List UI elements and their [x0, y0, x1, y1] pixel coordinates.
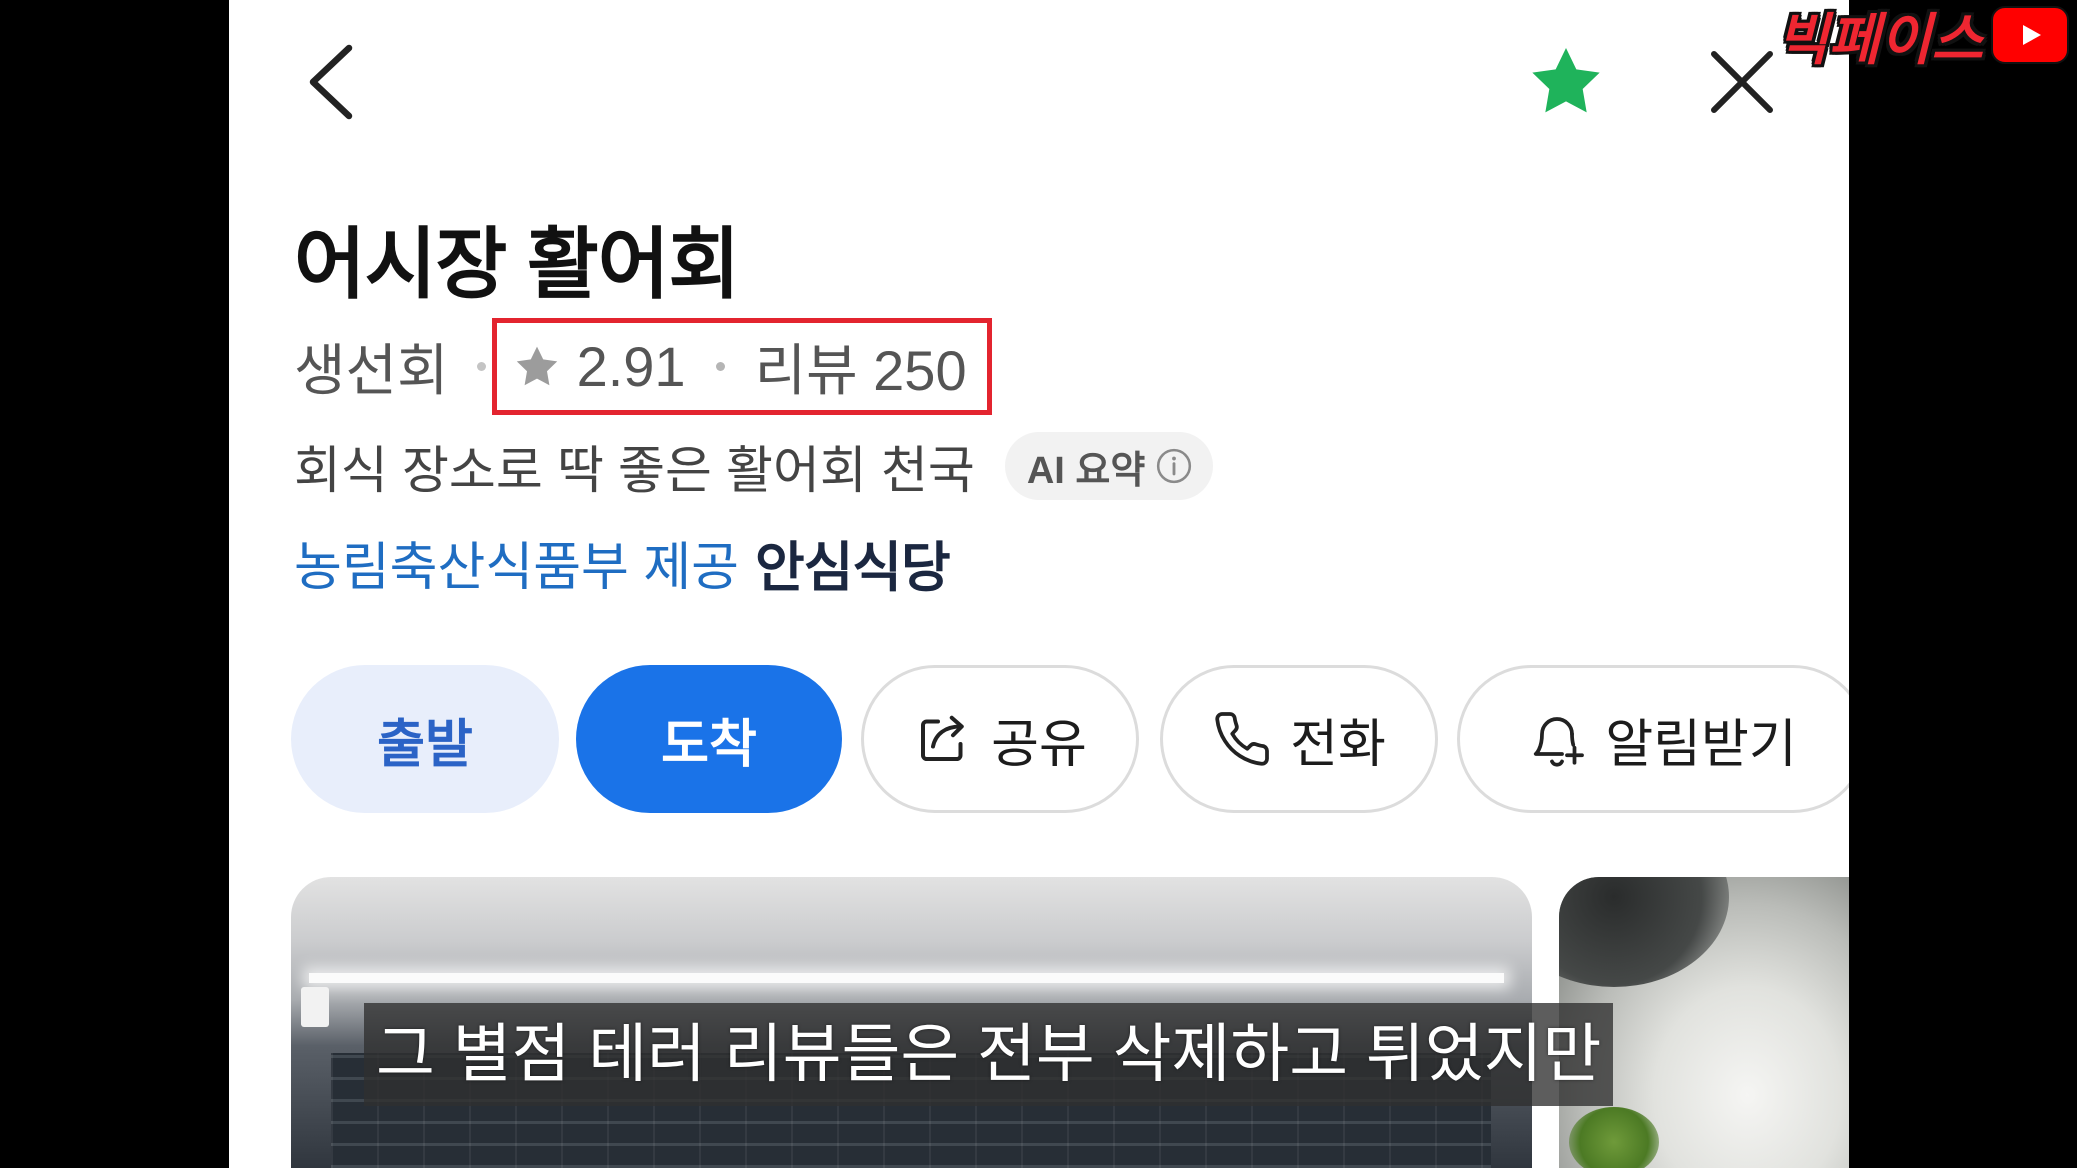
- phone-icon: [1215, 712, 1270, 766]
- dish-bowl: [1559, 877, 1729, 987]
- wall-sign: [301, 987, 329, 1027]
- video-subtitle: 그 별점 테러 리뷰들은 전부 삭제하고 튀었지만: [364, 1003, 1614, 1106]
- certification-provider: 농림축산식품부 제공: [294, 538, 740, 597]
- place-detail-screen: 어시장 활어회 생선회 2.91 리뷰 250 회식 장소로 딱 좋은 활어회 …: [229, 0, 1849, 1168]
- separator-dot: [715, 362, 725, 371]
- channel-logo: 빅페이스: [1777, 4, 2069, 71]
- ceiling-light: [309, 973, 1504, 983]
- certification-row[interactable]: 농림축산식품부 제공 안심식당: [294, 528, 951, 598]
- certification-name: 안심식당: [755, 537, 951, 598]
- notify-button[interactable]: 알림받기: [1457, 665, 1849, 813]
- place-summary: 회식 장소로 딱 좋은 활어회 천국: [294, 442, 975, 499]
- depart-label: 출발: [377, 715, 473, 774]
- ai-summary-label: AI 요약: [1026, 449, 1146, 492]
- share-icon: [921, 715, 964, 761]
- rating-value: 2.91: [576, 335, 686, 398]
- notify-label: 알림받기: [1605, 715, 1797, 774]
- video-frame: 어시장 활어회 생선회 2.91 리뷰 250 회식 장소로 딱 좋은 활어회 …: [0, 0, 2077, 1168]
- place-category: 생선회: [294, 339, 449, 402]
- back-button[interactable]: [301, 42, 361, 122]
- call-button[interactable]: 전화: [1160, 665, 1438, 813]
- review-count-link[interactable]: 리뷰 250: [755, 326, 967, 407]
- close-icon: [1711, 51, 1773, 113]
- place-name: 어시장 활어회: [294, 220, 740, 308]
- close-button[interactable]: [1706, 46, 1778, 118]
- share-button[interactable]: 공유: [861, 665, 1139, 813]
- arrive-button[interactable]: 도착: [576, 665, 842, 813]
- favorite-button[interactable]: [1526, 42, 1606, 122]
- info-icon[interactable]: [1155, 447, 1193, 485]
- star-icon: [1532, 48, 1600, 113]
- call-label: 전화: [1290, 715, 1386, 774]
- rating-row: 생선회 2.91 리뷰 250: [294, 318, 992, 415]
- dish-garnish: [1569, 1107, 1659, 1168]
- separator-dot: [476, 362, 486, 371]
- bell-plus-icon: [1534, 717, 1585, 767]
- chevron-left-icon: [309, 44, 353, 120]
- arrive-label: 도착: [661, 715, 757, 774]
- star-icon: [516, 346, 557, 385]
- youtube-play-icon: [1991, 6, 2069, 64]
- depart-button[interactable]: 출발: [291, 665, 559, 813]
- rating-highlight-box[interactable]: 2.91 리뷰 250: [491, 318, 992, 415]
- ceiling-beam: [1277, 877, 1532, 924]
- share-label: 공유: [991, 715, 1087, 774]
- channel-logo-text: 빅페이스: [1776, 7, 1983, 71]
- summary-row: 회식 장소로 딱 좋은 활어회 천국 AI 요약: [294, 432, 1214, 500]
- ai-summary-badge[interactable]: AI 요약: [1004, 432, 1214, 500]
